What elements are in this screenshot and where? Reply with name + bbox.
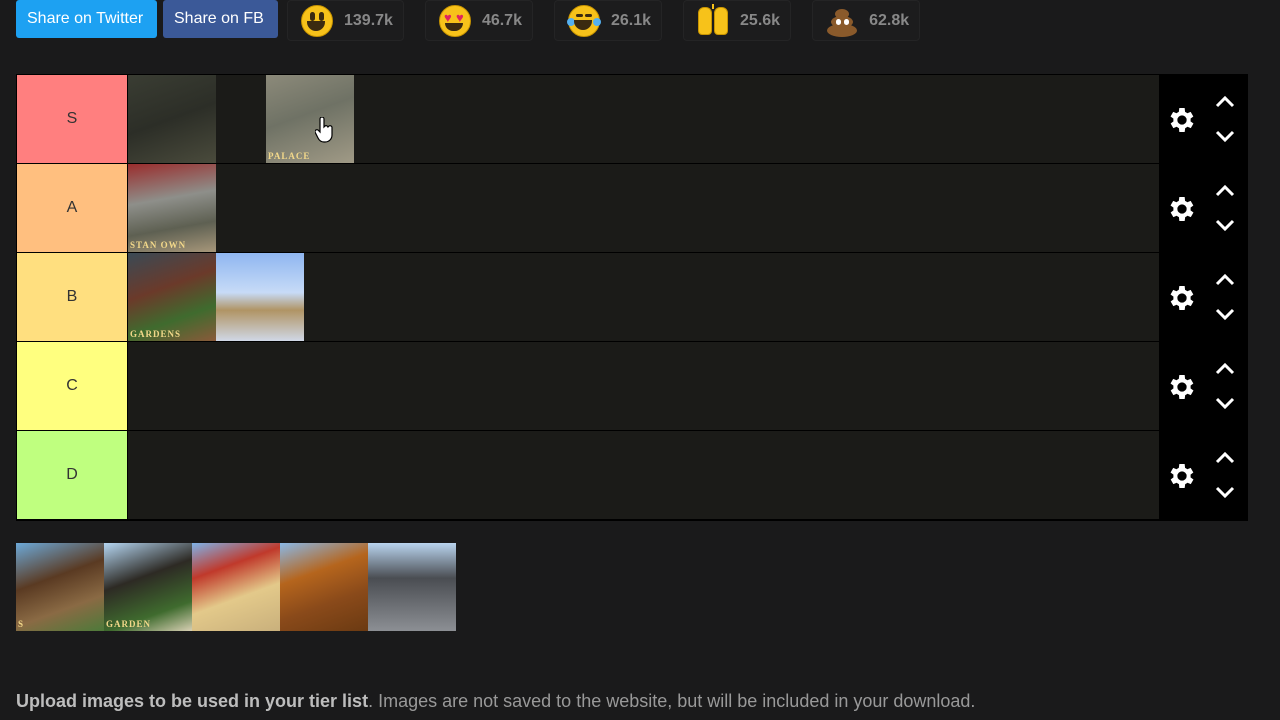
pile-of-poo-icon [825, 4, 859, 38]
tier-label[interactable]: C [17, 342, 127, 430]
reaction-heart-eyes[interactable]: ♥ ♥ 46.7k [424, 0, 533, 41]
share-twitter-button[interactable]: Share on Twitter [16, 0, 157, 38]
tier-label[interactable]: D [17, 431, 127, 519]
reaction-poo[interactable]: 62.8k [812, 0, 921, 41]
tier-items-dropzone[interactable]: STAN OWN [128, 164, 1159, 252]
hand-cursor-icon [315, 117, 333, 143]
upload-info-text: Upload images to be used in your tier li… [16, 691, 975, 712]
raising-hands-icon [696, 3, 730, 38]
reaction-count: 25.6k [740, 11, 781, 29]
chevron-up-icon[interactable] [1212, 181, 1238, 201]
tier-item-image[interactable]: GARDENS [128, 253, 216, 341]
tier-items-dropzone[interactable] [128, 342, 1159, 430]
chevron-down-icon[interactable] [1212, 215, 1238, 235]
tier-row-c: C [17, 342, 1159, 430]
tier-row-a: A STAN OWN [17, 164, 1159, 252]
pool-item-image[interactable]: S [16, 543, 104, 631]
gear-icon[interactable] [1166, 104, 1198, 136]
pool-item-image[interactable] [280, 543, 368, 631]
reaction-count: 46.7k [481, 11, 522, 29]
tier-items-dropzone[interactable]: PALACE [128, 75, 1159, 163]
gear-icon[interactable] [1166, 460, 1198, 492]
tears-of-joy-icon [566, 4, 601, 38]
upload-info-rest: . Images are not saved to the website, b… [368, 691, 976, 711]
tier-label[interactable]: B [17, 253, 127, 341]
chevron-down-icon[interactable] [1212, 126, 1238, 146]
tier-controls [1159, 431, 1248, 519]
tier-controls [1159, 342, 1248, 430]
tier-item-image[interactable] [216, 253, 304, 341]
pool-item-image[interactable] [192, 543, 280, 631]
tier-label[interactable]: A [17, 164, 127, 252]
tier-label[interactable]: S [17, 75, 127, 163]
tier-item-image[interactable] [128, 75, 216, 163]
gear-icon[interactable] [1166, 282, 1198, 314]
upload-info-bold: Upload images to be used in your tier li… [16, 691, 369, 711]
reaction-tears-of-joy[interactable]: 26.1k [553, 0, 663, 41]
heart-eyes-icon: ♥ ♥ [438, 4, 472, 38]
share-fb-button[interactable]: Share on FB [163, 0, 278, 38]
chevron-down-icon[interactable] [1212, 393, 1238, 413]
tier-row-b: B GARDENS [17, 253, 1159, 341]
tier-row-s: S PALACE [17, 75, 1159, 163]
pool-item-image[interactable] [368, 543, 456, 631]
chevron-up-icon[interactable] [1212, 92, 1238, 112]
reaction-count: 26.1k [610, 11, 652, 29]
chevron-up-icon[interactable] [1212, 270, 1238, 290]
reaction-count: 62.8k [869, 11, 910, 29]
tier-item-image[interactable]: PALACE [266, 75, 354, 163]
tier-row-d: D [17, 431, 1159, 519]
tier-controls [1159, 253, 1248, 341]
pool-item-image[interactable]: GARDEN [104, 543, 192, 631]
tier-controls [1159, 164, 1248, 252]
chevron-up-icon[interactable] [1212, 448, 1238, 468]
unranked-image-pool[interactable]: S GARDEN [16, 543, 456, 631]
reaction-grinning[interactable]: 139.7k [287, 0, 404, 41]
chevron-up-icon[interactable] [1212, 359, 1238, 379]
reaction-raising-hands[interactable]: 25.6k [683, 0, 792, 41]
tier-items-dropzone[interactable]: GARDENS [128, 253, 1159, 341]
chevron-down-icon[interactable] [1212, 482, 1238, 502]
share-bar: Share on Twitter Share on FB 139.7k ♥ ♥ … [16, 0, 938, 41]
grinning-face-icon [300, 4, 334, 38]
tier-controls [1159, 75, 1248, 163]
reaction-count: 139.7k [344, 11, 393, 29]
gear-icon[interactable] [1166, 371, 1198, 403]
chevron-down-icon[interactable] [1212, 304, 1238, 324]
tier-item-image[interactable]: STAN OWN [128, 164, 216, 252]
gear-icon[interactable] [1166, 193, 1198, 225]
tier-items-dropzone[interactable] [128, 431, 1159, 519]
tier-board: S PALACE A STAN OWN B GARDENS C D [16, 74, 1248, 521]
